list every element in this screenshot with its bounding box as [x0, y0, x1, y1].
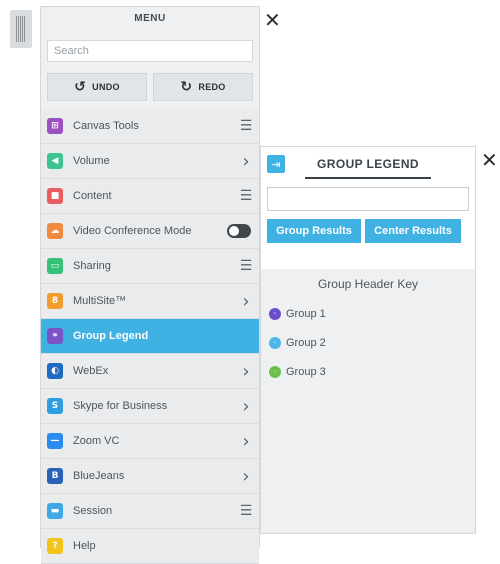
session-icon: ▬ [47, 503, 63, 519]
menu-item-session[interactable]: ▬ Session ☰ [41, 494, 259, 529]
video-conference-icon: ☁ [47, 223, 63, 239]
menu-item-label: Sharing [73, 260, 111, 272]
menu-item-multisite[interactable]: 8 MultiSite™ › [41, 284, 259, 319]
list-icon[interactable]: ☰ [233, 118, 259, 134]
bluejeans-icon: B [47, 468, 63, 484]
skype-icon: S [47, 398, 63, 414]
group-list: ◦ Group 1 ◦ Group 2 ◦ Group 3 [269, 299, 326, 386]
webex-icon: ◐ [47, 363, 63, 379]
chevron-right-icon[interactable]: › [233, 466, 259, 487]
menu-item-volume[interactable]: ◀ Volume › [41, 144, 259, 179]
drag-handle[interactable] [10, 10, 32, 48]
group-color-icon: ◦ [269, 307, 281, 320]
undo-button[interactable]: ↺ UNDO [47, 73, 147, 101]
menu-item-bluejeans[interactable]: B BlueJeans › [41, 459, 259, 494]
canvas-tools-icon: ⊞ [47, 118, 63, 134]
chevron-right-icon[interactable]: › [233, 396, 259, 417]
menu-item-skype-for-business[interactable]: S Skype for Business › [41, 389, 259, 424]
video-conference-toggle[interactable] [227, 224, 251, 238]
multisite-icon: 8 [47, 293, 63, 309]
menu-item-label: Group Legend [73, 330, 149, 342]
center-results-button[interactable]: Center Results [365, 219, 461, 243]
group-results-button[interactable]: Group Results [267, 219, 361, 243]
legend-title: GROUP LEGEND [305, 157, 431, 179]
sharing-icon: ▭ [47, 258, 63, 274]
menu-item-label: MultiSite™ [73, 295, 127, 307]
redo-label: REDO [198, 82, 226, 92]
menu-item-canvas-tools[interactable]: ⊞ Canvas Tools ☰ [41, 109, 259, 144]
group-label: Group 3 [286, 365, 326, 378]
menu-item-video-conference-mode[interactable]: ☁ Video Conference Mode [41, 214, 259, 249]
redo-icon: ↻ [180, 79, 193, 95]
group-label: Group 2 [286, 336, 326, 349]
content-icon: ■ [47, 188, 63, 204]
menu-item-label: Session [73, 505, 113, 517]
menu-item-help[interactable]: ? Help [41, 529, 259, 564]
menu-panel: MENU Search ↺ UNDO ↻ REDO ⊞ Canvas Tools ☰… [40, 6, 260, 564]
undo-label: UNDO [92, 82, 120, 92]
list-icon[interactable]: ☰ [233, 503, 259, 519]
menu-item-group-legend[interactable]: ⚭ Group Legend [41, 319, 259, 354]
group-color-icon: ◦ [269, 365, 281, 378]
menu-item-webex[interactable]: ◐ WebEx › [41, 354, 259, 389]
menu-item-sharing[interactable]: ▭ Sharing ☰ [41, 249, 259, 284]
legend-search-input[interactable] [267, 187, 469, 211]
menu-title: MENU [134, 13, 166, 24]
menu-close-icon[interactable]: ✕ [264, 10, 281, 30]
zoom-icon: — [47, 433, 63, 449]
group-header-key-title: Group Header Key [317, 277, 419, 291]
menu-item-label: Content [73, 190, 112, 202]
volume-icon: ◀ [47, 153, 63, 169]
help-icon: ? [47, 538, 63, 554]
search-input[interactable]: Search [47, 40, 253, 62]
undo-icon: ↺ [74, 79, 87, 95]
menu-item-label: BlueJeans [73, 470, 125, 482]
menu-item-label: Volume [73, 155, 110, 167]
group-item: ◦ Group 1 [269, 299, 326, 328]
chevron-right-icon[interactable]: › [233, 431, 259, 452]
redo-button[interactable]: ↻ REDO [153, 73, 253, 101]
group-legend-icon: ⚭ [47, 328, 63, 344]
list-icon[interactable]: ☰ [233, 258, 259, 274]
menu-item-label: WebEx [73, 365, 109, 377]
menu-item-label: Help [73, 540, 96, 552]
group-item: ◦ Group 3 [269, 357, 326, 386]
group-label: Group 1 [286, 307, 326, 320]
menu-items: ⊞ Canvas Tools ☰ ◀ Volume › ■ Content ☰ ☁ Video Co… [41, 109, 259, 564]
menu-item-label: Skype for Business [73, 400, 168, 412]
menu-item-content[interactable]: ■ Content ☰ [41, 179, 259, 214]
group-legend-panel: ⇥ GROUP LEGEND Group Results Center Resu… [260, 146, 476, 534]
group-item: ◦ Group 2 [269, 328, 326, 357]
chevron-right-icon[interactable]: › [233, 361, 259, 382]
menu-item-label: Zoom VC [73, 435, 120, 447]
menu-item-label: Canvas Tools [73, 120, 139, 132]
menu-item-zoom-vc[interactable]: — Zoom VC › [41, 424, 259, 459]
legend-close-icon[interactable]: ✕ [481, 150, 498, 170]
chevron-right-icon[interactable]: › [233, 291, 259, 312]
menu-item-label: Video Conference Mode [73, 225, 192, 237]
chevron-right-icon[interactable]: › [233, 151, 259, 172]
group-color-icon: ◦ [269, 336, 281, 349]
list-icon[interactable]: ☰ [233, 188, 259, 204]
exit-icon[interactable]: ⇥ [267, 155, 285, 173]
